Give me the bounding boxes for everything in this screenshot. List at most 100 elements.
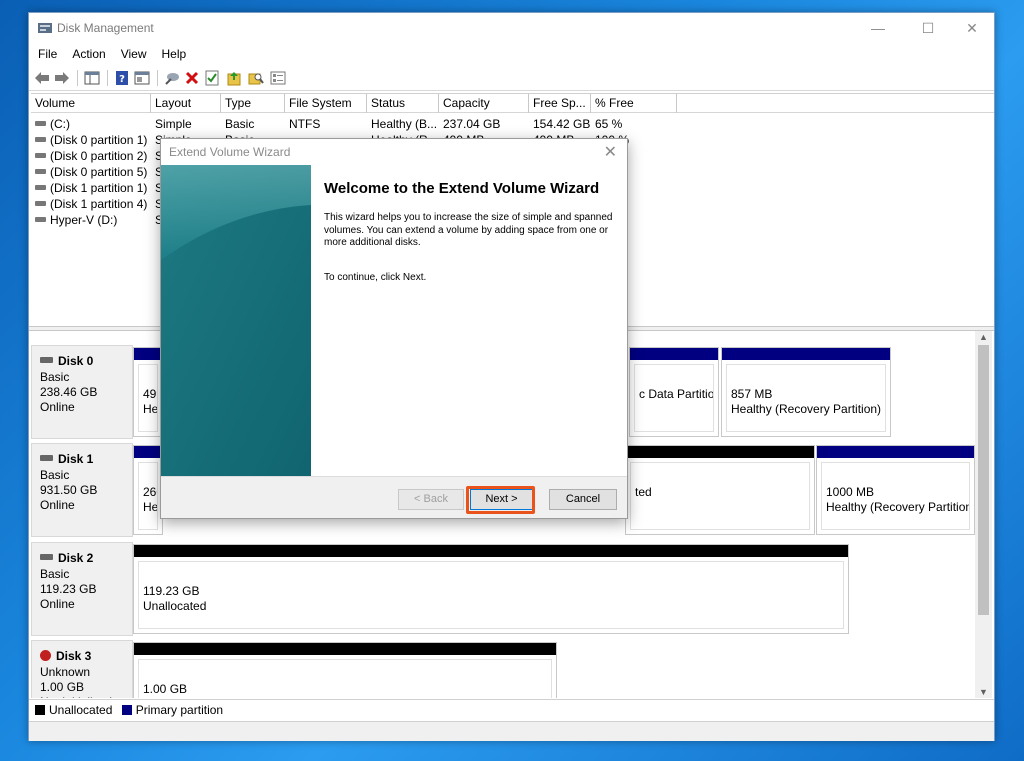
show-hide-console-tree-icon[interactable]	[83, 69, 101, 87]
drive-icon	[35, 153, 46, 158]
wizard-instruction: To continue, click Next.	[324, 271, 427, 283]
partition-header-bar	[134, 545, 848, 557]
col-free-space[interactable]: Free Sp...	[529, 94, 591, 113]
partition-status: ted	[635, 485, 652, 499]
disk-label[interactable]: Disk 1 Basic 931.50 GB Online	[31, 443, 133, 537]
col-file-system[interactable]: File System	[285, 94, 367, 113]
partition-block[interactable]: 119.23 GB Unallocated	[133, 544, 849, 634]
partition-status: Hea	[143, 402, 158, 416]
disk-size: 1.00 GB	[40, 680, 85, 694]
col-volume[interactable]: Volume	[31, 94, 151, 113]
table-cell: Simple	[155, 117, 192, 131]
disk-label[interactable]: Disk 3Unknown1.00 GBNot Initialised	[31, 640, 133, 698]
partition-block[interactable]: 260Hea	[133, 445, 163, 535]
search-folder-icon[interactable]	[247, 69, 265, 87]
drive-icon	[35, 217, 46, 222]
legend-primary: Primary partition	[135, 703, 224, 717]
cancel-button[interactable]: Cancel	[549, 489, 617, 510]
partition-info: ted	[630, 462, 810, 530]
disk-state: Not Initialised	[40, 695, 132, 698]
wizard-heading: Welcome to the Extend Volume Wizard	[324, 180, 600, 197]
menu-view[interactable]: View	[112, 43, 153, 61]
partition-info: 1.00 GBUnallocated	[138, 659, 552, 698]
disk-name: Disk 0	[40, 354, 132, 369]
unknown-disk-icon	[40, 650, 51, 661]
disk-icon	[40, 455, 53, 461]
disk-management-icon	[38, 23, 52, 33]
partition-header-bar	[134, 643, 556, 655]
volume-list-header: Volume Layout Type File System Status Ca…	[31, 94, 994, 113]
col-type[interactable]: Type	[221, 94, 285, 113]
primary-partition-swatch	[121, 705, 132, 715]
partition-header-bar	[134, 446, 162, 458]
partition-size: 1.00 GB	[143, 682, 188, 696]
table-cell: (Disk 1 partition 4)	[31, 196, 147, 212]
minimize-button[interactable]: —	[855, 13, 901, 43]
next-button-highlight	[466, 486, 535, 514]
menu-action[interactable]: Action	[63, 43, 111, 61]
folder-up-icon[interactable]	[225, 69, 243, 87]
table-cell: (C:)	[31, 116, 70, 132]
menu-bar: File Action View Help	[29, 43, 994, 65]
disk-view-scrollbar[interactable]: ▲ ▼	[975, 331, 992, 698]
partition-block[interactable]: 1.00 GBUnallocated	[133, 642, 557, 698]
menu-help[interactable]: Help	[153, 43, 193, 61]
scroll-down-arrow-icon[interactable]: ▼	[975, 686, 992, 698]
delete-icon[interactable]	[183, 69, 201, 87]
disk-state: Online	[40, 400, 75, 414]
disk-state: Online	[40, 597, 75, 611]
partition-block[interactable]: 857 MB Healthy (Recovery Partition)	[721, 347, 891, 437]
partition-block[interactable]: c Data Partition)	[629, 347, 719, 437]
table-cell: NTFS	[289, 117, 321, 131]
connect-icon[interactable]	[163, 69, 181, 87]
scroll-up-arrow-icon[interactable]: ▲	[975, 331, 992, 343]
properties-pane-icon[interactable]	[133, 69, 151, 87]
drive-icon	[35, 169, 46, 174]
wizard-description: This wizard helps you to increase the si…	[324, 212, 613, 248]
disk-size: 931.50 GB	[40, 483, 98, 497]
table-cell: (Disk 1 partition 1)	[31, 180, 147, 196]
table-cell: (Disk 0 partition 2)	[31, 148, 147, 164]
menu-file[interactable]: File	[29, 43, 63, 61]
partition-block[interactable]: ted	[625, 445, 815, 535]
disk-type: Basic	[40, 567, 70, 581]
scrollbar-thumb[interactable]	[978, 345, 989, 615]
disk-type: Basic	[40, 468, 70, 482]
back-button[interactable]: < Back	[398, 489, 464, 510]
back-arrow-icon[interactable]	[33, 69, 51, 87]
table-cell: (Disk 0 partition 1)	[31, 132, 147, 148]
disk-label[interactable]: Disk 0 Basic 238.46 GB Online	[31, 345, 133, 439]
forward-arrow-icon[interactable]	[53, 69, 71, 87]
col-percent-free[interactable]: % Free	[591, 94, 677, 113]
list-view-icon[interactable]	[269, 69, 287, 87]
partition-info: 260Hea	[138, 462, 158, 530]
table-cell: Healthy (B...	[371, 117, 438, 131]
partition-block[interactable]: 1000 MB Healthy (Recovery Partition)	[816, 445, 975, 535]
extend-volume-wizard: Extend Volume Wizard ✕ Welcome to the Ex…	[160, 138, 628, 519]
drive-icon	[35, 201, 46, 206]
partition-status: Unallocated	[143, 697, 551, 698]
checklist-icon[interactable]	[203, 69, 221, 87]
maximize-button[interactable]: ☐	[905, 13, 951, 43]
help-icon[interactable]: ?	[113, 69, 131, 87]
partition-block[interactable]: 499Hea	[133, 347, 163, 437]
disk-type: Unknown	[40, 665, 91, 679]
disk-name: Disk 3	[40, 649, 132, 664]
disk-icon	[40, 357, 53, 363]
close-button[interactable]: ✕	[949, 13, 995, 43]
table-row[interactable]: (C:) Simple Basic NTFS Healthy (B... 237.04 G…	[31, 116, 994, 132]
table-cell: (Disk 0 partition 5)	[31, 164, 147, 180]
legend: Unallocated Primary partition	[29, 699, 994, 721]
col-layout[interactable]: Layout	[151, 94, 221, 113]
partition-size: 499	[143, 387, 157, 401]
col-capacity[interactable]: Capacity	[439, 94, 529, 113]
partition-info: c Data Partition)	[634, 364, 714, 432]
wizard-close-icon[interactable]: ✕	[604, 142, 617, 162]
col-status[interactable]: Status	[367, 94, 439, 113]
partition-status: c Data Partition)	[639, 387, 714, 401]
svg-text:?: ?	[119, 74, 125, 85]
toolbar: ?	[29, 65, 994, 91]
partition-size: 857 MB	[731, 387, 773, 401]
title-bar: Disk Management — ☐ ✕	[29, 13, 994, 43]
disk-label[interactable]: Disk 2 Basic 119.23 GB Online	[31, 542, 133, 636]
